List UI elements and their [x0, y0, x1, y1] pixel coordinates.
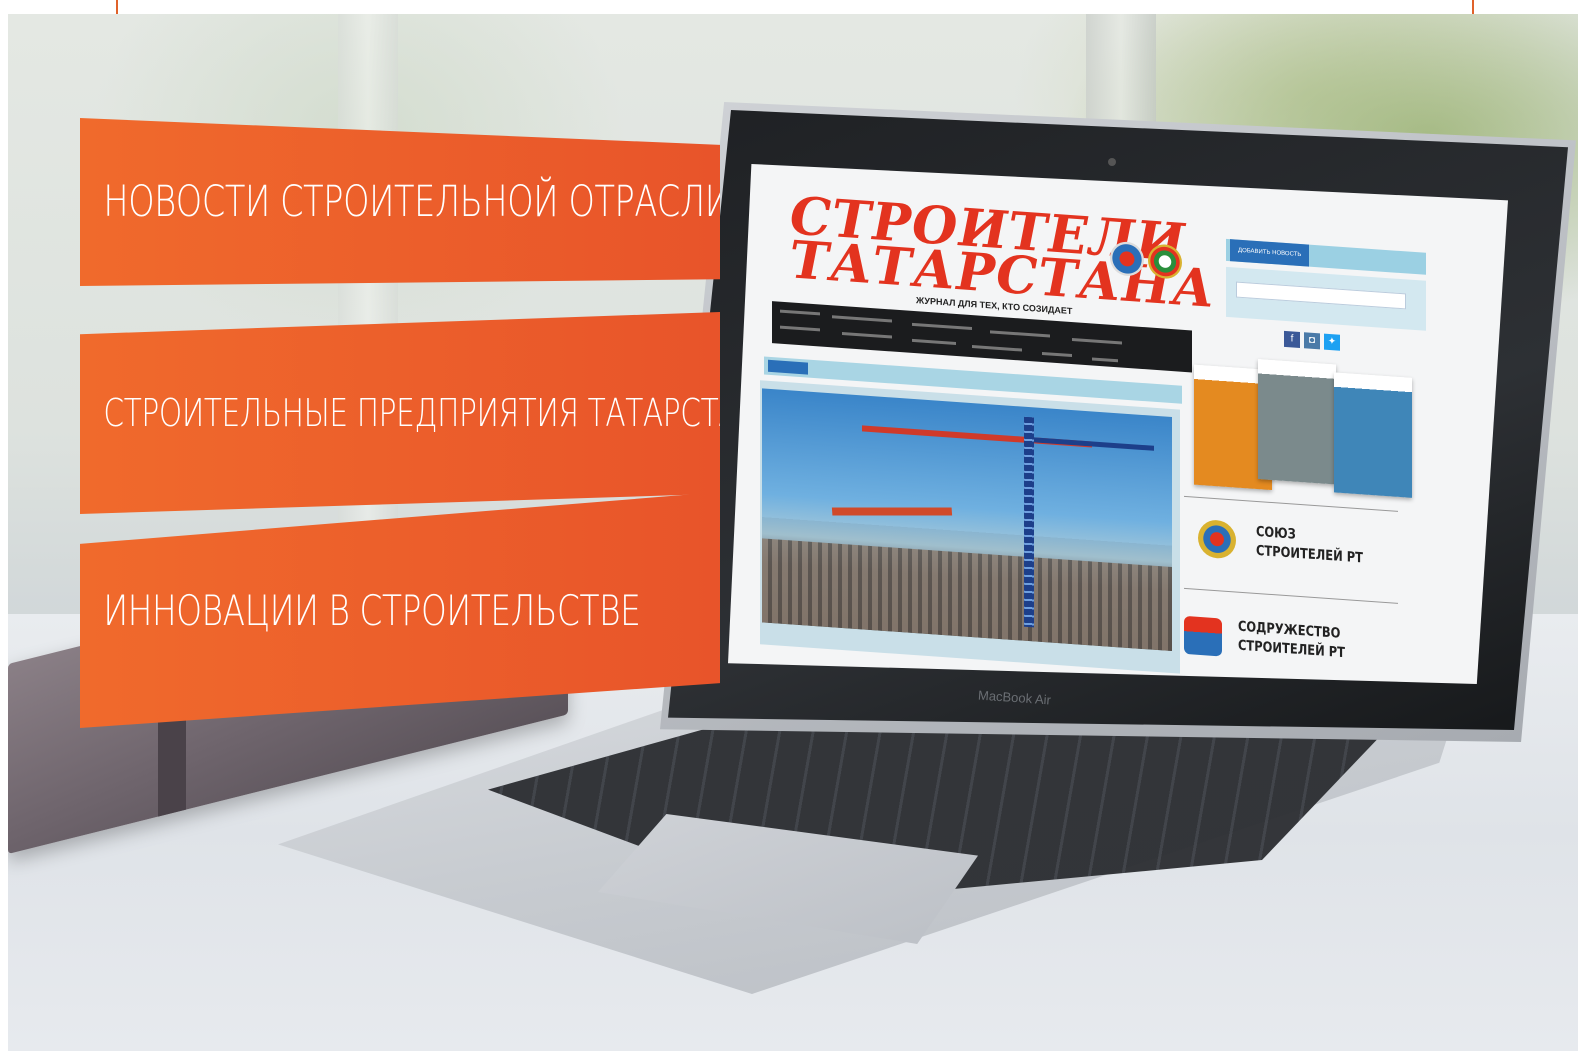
magazine-cover[interactable] — [1334, 372, 1412, 498]
banner-construction-news: НОВОСТИ СТРОИТЕЛЬНОЙ ОТРАСЛИ — [80, 118, 720, 286]
nav-item[interactable] — [972, 345, 1022, 352]
featured-news-image[interactable] — [762, 388, 1172, 652]
magazine-cover[interactable] — [1258, 359, 1336, 485]
banner-text: СТРОИТЕЛЬНЫЕ ПРЕДПРИЯТИЯ ТАТАРСТАНА — [103, 391, 720, 435]
facebook-icon[interactable]: f — [1284, 330, 1300, 348]
concrete-pump-boom — [831, 507, 953, 516]
nav-item[interactable] — [1092, 357, 1118, 363]
webcam-icon — [1108, 158, 1116, 166]
divider — [1184, 587, 1398, 604]
instagram-icon[interactable]: ◘ — [1304, 332, 1320, 350]
twitter-icon[interactable]: ✦ — [1324, 333, 1340, 351]
builders-union-logo-icon — [1198, 518, 1236, 560]
nav-item[interactable] — [780, 309, 820, 316]
crop-mark-left — [116, 0, 118, 14]
nav-item[interactable] — [832, 315, 892, 323]
banner-text: ИННОВАЦИИ В СТРОИТЕЛЬСТВЕ — [103, 585, 641, 635]
add-news-button[interactable]: ДОБАВИТЬ НОВОСТЬ — [1230, 239, 1310, 267]
search-panel — [1226, 266, 1426, 331]
nav-item[interactable] — [1072, 338, 1122, 345]
commonwealth-logo-icon — [1184, 615, 1222, 657]
nav-item[interactable] — [912, 322, 972, 331]
website-page: СТРОИТЕЛИ ТАТАРСТАНА ЖУРНАЛ ДЛЯ ТЕХ, КТО… — [728, 164, 1508, 684]
laptop-screen: СТРОИТЕЛИ ТАТАРСТАНА ЖУРНАЛ ДЛЯ ТЕХ, КТО… — [728, 164, 1508, 684]
banner-construction-companies: СТРОИТЕЛЬНЫЕ ПРЕДПРИЯТИЯ ТАТАРСТАНА — [80, 312, 720, 514]
crane-tower — [1024, 416, 1034, 628]
photo-scene: MacBook Air СТРОИТЕЛИ ТАТАРСТАНА ЖУРНАЛ … — [8, 14, 1578, 1051]
category-tag[interactable] — [768, 359, 808, 375]
nav-item[interactable] — [1042, 351, 1072, 358]
nav-item[interactable] — [990, 330, 1050, 338]
banner-text: НОВОСТИ СТРОИТЕЛЬНОЙ ОТРАСЛИ — [103, 177, 720, 227]
partner-link-commonwealth[interactable]: СОДРУЖЕСТВО СТРОИТЕЛЕЙ РТ — [1238, 618, 1345, 663]
nav-item[interactable] — [842, 331, 892, 339]
nav-item[interactable] — [912, 338, 956, 345]
magazine-covers[interactable] — [1194, 355, 1434, 502]
crane-jib — [862, 425, 1092, 448]
search-input[interactable] — [1236, 281, 1406, 310]
nav-item[interactable] — [780, 325, 820, 332]
divider — [1184, 495, 1398, 512]
partner-link-union[interactable]: СОЮЗ СТРОИТЕЛЕЙ РТ — [1256, 523, 1363, 568]
crop-mark-right — [1472, 0, 1474, 14]
